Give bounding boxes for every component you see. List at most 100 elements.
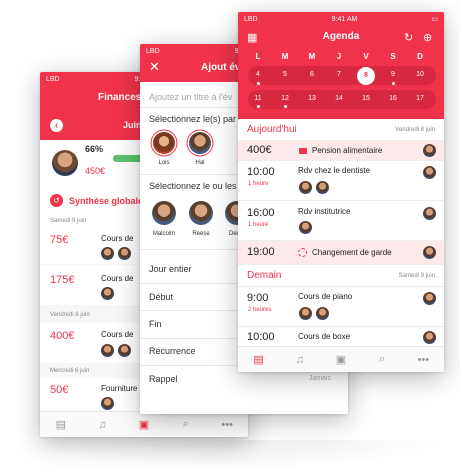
- parent-avatar-lois[interactable]: [153, 132, 175, 154]
- close-icon[interactable]: ✕: [149, 60, 160, 73]
- row-label: Fourniture: [101, 384, 138, 393]
- avatar: [423, 166, 436, 179]
- more-icon[interactable]: •••: [219, 417, 235, 433]
- avatar: [423, 144, 436, 157]
- event-row[interactable]: 9:00 2 heures Cours de piano: [238, 287, 444, 327]
- field-recurrence[interactable]: Récurrence: [149, 346, 196, 356]
- row-label: Cours de: [101, 274, 134, 283]
- avatar: [423, 292, 436, 305]
- calendar-day[interactable]: 11: [249, 95, 267, 102]
- calendar-day[interactable]: 12: [276, 95, 294, 102]
- swap-icon: [298, 248, 307, 257]
- child-avatar-reese[interactable]: [189, 201, 213, 225]
- field-reminder[interactable]: Rappel: [149, 374, 178, 384]
- balance-amount: 450€: [85, 166, 106, 176]
- event-row[interactable]: 400€ Pension alimentaire: [238, 141, 444, 161]
- clipboard-icon[interactable]: ▤: [251, 352, 267, 368]
- calendar-day[interactable]: 6: [303, 71, 321, 78]
- field-start[interactable]: Début: [149, 292, 173, 302]
- day-header: V: [363, 52, 369, 61]
- group-date: Vendredi 8 juin: [50, 312, 90, 318]
- tab-bar: ▤ ♫ ▣ ⌕ •••: [40, 411, 248, 437]
- day-header: M: [281, 52, 289, 61]
- wallet-icon[interactable]: ▣: [136, 417, 152, 433]
- avatar: [423, 331, 436, 344]
- synthese-label: Synthèse globale: [69, 195, 144, 206]
- search-icon[interactable]: ⌕: [178, 417, 194, 433]
- event-name: Cours de boxe: [298, 332, 351, 341]
- status-time: 9:41 AM: [331, 15, 358, 23]
- calendar-day[interactable]: 7: [330, 71, 348, 78]
- avatar: [299, 181, 312, 194]
- avatar: [101, 397, 114, 410]
- select-children-label: Sélectionnez le ou les: [149, 181, 237, 191]
- calendar-day[interactable]: 15: [357, 95, 375, 102]
- bell-icon[interactable]: ♫: [94, 417, 110, 433]
- calendar-day[interactable]: 5: [276, 71, 294, 78]
- calendar-day[interactable]: 13: [303, 95, 321, 102]
- previous-month-button[interactable]: ‹: [50, 119, 63, 132]
- avatar: [101, 344, 114, 357]
- row-value: 400€: [50, 330, 75, 342]
- avatar: [52, 150, 78, 176]
- add-icon[interactable]: ⊕: [423, 31, 432, 44]
- event-amount: 400€: [247, 144, 272, 156]
- section-title: Aujourd'hui: [247, 124, 297, 135]
- screens-stage: LBD 9:41 AM ▭ Finances ‹ Juin 66% 450€ ↺…: [0, 0, 460, 473]
- calendar-day-today[interactable]: 8: [357, 67, 375, 85]
- event-row[interactable]: 19:00 Changement de garde: [238, 241, 444, 265]
- calendar-day[interactable]: 4: [249, 71, 267, 78]
- event-name: Pension alimentaire: [312, 146, 383, 155]
- parent-name: Lois: [158, 160, 170, 166]
- wallet-icon: [299, 148, 307, 154]
- calendar-day[interactable]: 14: [330, 95, 348, 102]
- calendar-day[interactable]: 9: [384, 71, 402, 78]
- parent-avatar-hal[interactable]: [189, 132, 211, 154]
- row-value: 50€: [50, 384, 69, 396]
- row-value: 75€: [50, 234, 69, 246]
- carrier-label: LBD: [244, 15, 258, 23]
- event-time: 19:00: [247, 246, 275, 258]
- event-row[interactable]: 10:00 1 heure Rdv chez le dentiste: [238, 161, 444, 201]
- wallet-icon[interactable]: ▣: [333, 352, 349, 368]
- avatar: [423, 207, 436, 220]
- section-header-today: Aujourd'hui Vendredi 8 juin: [238, 119, 444, 141]
- section-date: Samedi 9 juin: [398, 273, 435, 279]
- event-name: Rdv institutrice: [298, 207, 351, 216]
- more-icon[interactable]: •••: [415, 352, 431, 368]
- refresh-icon[interactable]: ↻: [404, 31, 413, 44]
- calendar-day[interactable]: 10: [411, 71, 429, 78]
- event-name: Cours de piano: [298, 292, 353, 301]
- event-duration: 1 heure: [248, 181, 269, 187]
- avatar: [101, 247, 114, 260]
- clipboard-icon[interactable]: ▤: [53, 417, 69, 433]
- calendar-day[interactable]: 17: [411, 95, 429, 102]
- status-bar: LBD 9:41 AM ▭: [238, 12, 444, 26]
- day-header: S: [390, 52, 396, 61]
- synthese-globale-button[interactable]: ↺ Synthèse globale: [50, 194, 143, 207]
- event-time: 10:00: [247, 166, 275, 178]
- bell-icon[interactable]: ♫: [292, 352, 308, 368]
- group-date: Samedi 9 juin: [50, 218, 87, 224]
- event-time: 10:00: [247, 331, 275, 343]
- search-icon[interactable]: ⌕: [374, 352, 390, 368]
- finances-title: Finances: [98, 92, 142, 103]
- group-date: Mercredi 6 juin: [50, 368, 90, 374]
- title-input[interactable]: Ajoutez un titre à l'év: [149, 92, 232, 102]
- avatar: [316, 307, 329, 320]
- section-title: Demain: [247, 270, 282, 281]
- calendar-day[interactable]: 16: [384, 95, 402, 102]
- event-row[interactable]: 16:00 1 heure Rdv institutrice: [238, 201, 444, 241]
- avatar: [423, 246, 436, 259]
- field-all-day[interactable]: Jour entier: [149, 264, 192, 274]
- section-date: Vendredi 8 juin: [395, 127, 435, 133]
- event-time: 16:00: [247, 207, 275, 219]
- carrier-label: LBD: [146, 47, 160, 55]
- child-avatar-malcolm[interactable]: [152, 201, 176, 225]
- field-end[interactable]: Fin: [149, 319, 162, 329]
- tab-bar: ▤ ♫ ▣ ⌕ •••: [238, 346, 444, 372]
- parent-name: Hal: [195, 160, 205, 166]
- avatar: [299, 221, 312, 234]
- event-duration: 1 heure: [248, 222, 269, 228]
- agenda-screen: LBD 9:41 AM ▭ ▦ Agenda ↻ ⊕ L M M J V S D…: [238, 12, 444, 372]
